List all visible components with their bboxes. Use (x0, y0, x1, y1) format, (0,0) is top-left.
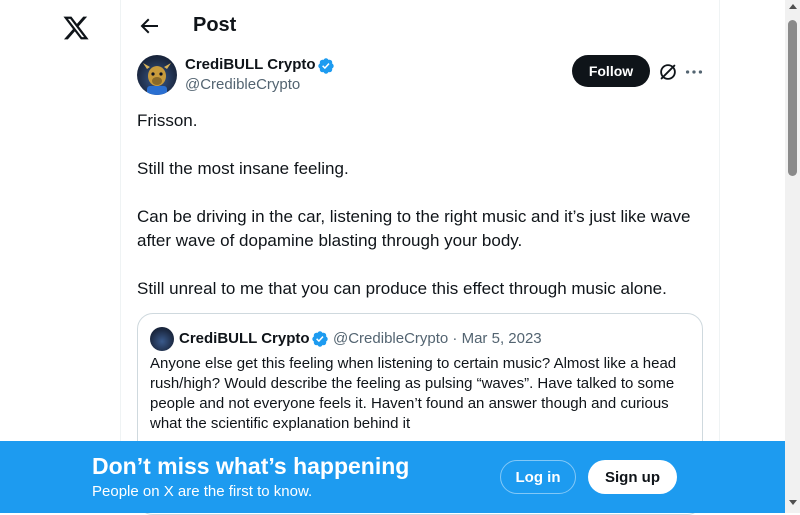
author-name[interactable]: CrediBULL Crypto (185, 56, 316, 73)
verified-badge-icon (318, 58, 334, 74)
quote-text: Anyone else get this feeling when listen… (150, 355, 677, 432)
avatar-bull-image (143, 63, 171, 95)
follow-button[interactable]: Follow (572, 55, 650, 87)
post-paragraph: Still the most insane feeling. (137, 159, 349, 178)
signup-banner: Don’t miss what’s happening People on X … (0, 441, 785, 513)
back-arrow-icon[interactable] (137, 14, 161, 38)
grok-icon[interactable] (657, 61, 679, 83)
quote-author-name: CrediBULL Crypto (179, 330, 310, 347)
x-logo-icon[interactable] (62, 14, 90, 42)
post-column: Post CrediBULL Crypto @CredibleCrypto Fo… (120, 0, 720, 515)
scroll-down-arrow-icon[interactable] (789, 500, 797, 505)
banner-title: Don’t miss what’s happening (92, 453, 410, 479)
more-icon[interactable] (683, 61, 705, 83)
post-text: Frisson. Still the most insane feeling. … (137, 109, 703, 325)
verified-badge-icon (312, 331, 328, 347)
quote-meta: @CredibleCrypto · Mar 5, 2023 (333, 330, 542, 347)
banner-subtitle: People on X are the first to know. (92, 483, 313, 500)
page-title: Post (193, 14, 237, 36)
post-paragraph: Frisson. (137, 111, 198, 130)
avatar[interactable] (137, 55, 177, 95)
signup-button[interactable]: Sign up (588, 460, 677, 494)
post-header: Post (121, 0, 719, 53)
quote-avatar (150, 327, 174, 351)
login-button[interactable]: Log in (500, 460, 576, 494)
author-handle[interactable]: @CredibleCrypto (185, 76, 300, 93)
post-paragraph: Still unreal to me that you can produce … (137, 279, 667, 298)
post-paragraph: Can be driving in the car, listening to … (137, 207, 691, 250)
scroll-up-arrow-icon[interactable] (789, 4, 797, 9)
scrollbar-thumb[interactable] (788, 20, 797, 176)
scrollbar[interactable] (785, 0, 800, 513)
